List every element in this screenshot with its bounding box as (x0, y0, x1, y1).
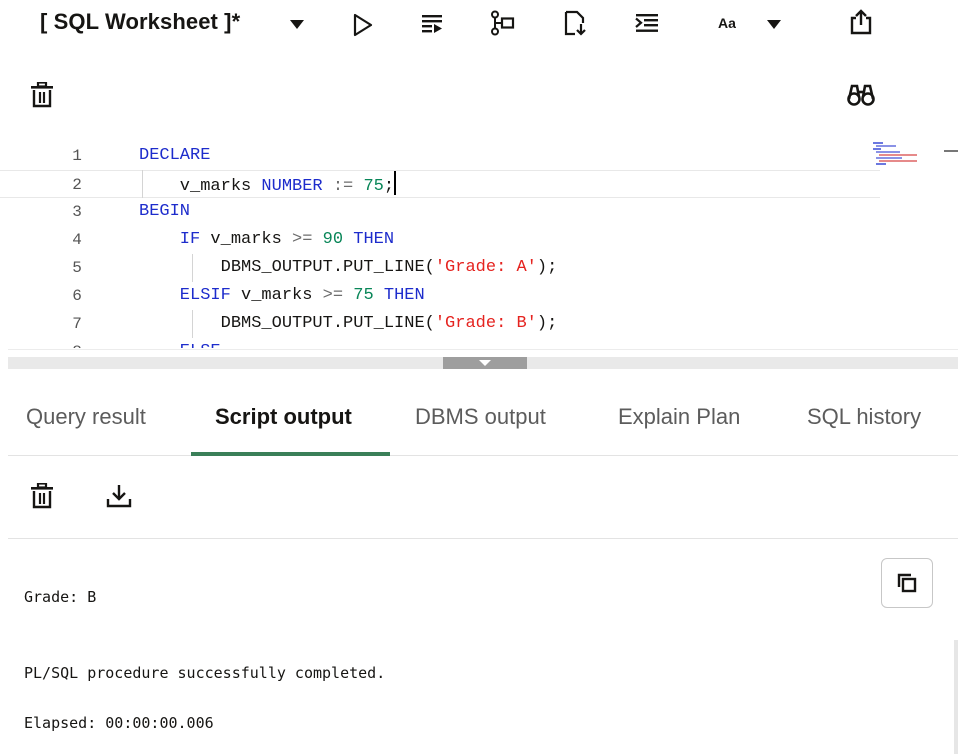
panel-splitter[interactable] (8, 349, 958, 381)
code-text[interactable]: DECLARE (139, 142, 210, 170)
code-token: 75 (363, 177, 384, 196)
line-number: 2 (72, 176, 82, 194)
explain-plan-icon[interactable] (488, 8, 518, 38)
code-token: IF (139, 230, 201, 249)
share-icon[interactable] (846, 7, 876, 37)
code-token: ); (536, 258, 558, 277)
code-token: v_marks (230, 286, 323, 305)
output-line: PL/SQL procedure successfully completed. (24, 664, 386, 682)
code-text[interactable]: ELSE (139, 338, 221, 348)
code-token: v_marks (139, 177, 262, 196)
code-text[interactable]: DBMS_OUTPUT.PUT_LINE('Grade: A'); (139, 254, 558, 282)
code-token: 'Grade: A' (434, 258, 537, 277)
copy-icon (897, 573, 917, 593)
indent-guide (142, 170, 143, 198)
code-token: v_marks (200, 230, 293, 249)
worksheet-toolbar: [ SQL Worksheet ]* Aa (0, 0, 958, 52)
tab-script-output[interactable]: Script output (215, 404, 352, 430)
code-token: DBMS_OUTPUT.PUT_LINE( (139, 314, 435, 333)
code-token: THEN (343, 230, 395, 249)
code-token: 75 (343, 286, 374, 305)
code-token: >= (322, 286, 344, 305)
code-token: BEGIN (139, 202, 191, 221)
code-line[interactable]: 5 DBMS_OUTPUT.PUT_LINE('Grade: A'); (0, 254, 880, 282)
code-token: ELSIF (139, 286, 231, 305)
run-icon[interactable] (348, 10, 378, 40)
format-icon[interactable] (632, 9, 662, 39)
code-token: >= (292, 230, 313, 249)
code-line[interactable]: 2 v_marks NUMBER := 75; (0, 170, 880, 198)
output-line: Elapsed: 00:00:00.006 (24, 714, 214, 732)
text-cursor (394, 171, 397, 195)
code-text[interactable]: DBMS_OUTPUT.PUT_LINE('Grade: B'); (139, 310, 558, 338)
line-number: 8 (60, 338, 94, 348)
code-line[interactable]: 1 DECLARE (0, 142, 880, 170)
line-number: 3 (72, 203, 82, 221)
worksheet-title[interactable]: [ SQL Worksheet ]* (40, 9, 240, 35)
output-toolbar (8, 457, 958, 539)
trash-icon[interactable] (27, 481, 57, 511)
tab-explain-plan[interactable]: Explain Plan (618, 404, 740, 430)
font-size-icon[interactable]: Aa (718, 15, 736, 31)
code-line[interactable]: 3 BEGIN (0, 198, 880, 226)
code-text[interactable]: BEGIN (139, 198, 190, 226)
code-text[interactable]: ELSIF v_marks >= 75 THEN (139, 282, 425, 310)
line-number: 1 (72, 147, 82, 165)
autotrace-icon[interactable] (560, 8, 590, 38)
code-editor[interactable]: 1 DECLARE 2 v_marks NUMBER := 75; 3 BEGIN 4 I… (0, 140, 958, 348)
code-token: 'Grade: B' (434, 314, 537, 333)
line-number: 7 (72, 315, 82, 333)
trash-icon[interactable] (27, 80, 57, 110)
code-text[interactable]: IF v_marks >= 90 THEN (139, 226, 394, 254)
line-number: 6 (72, 287, 82, 305)
chevron-down-icon[interactable] (767, 20, 781, 29)
editor-minimap[interactable] (873, 142, 925, 168)
code-token: ); (536, 314, 558, 333)
output-line: Grade: B (24, 588, 97, 606)
line-number: 4 (72, 231, 82, 249)
code-token: DBMS_OUTPUT.PUT_LINE( (139, 258, 435, 277)
copy-button[interactable] (881, 558, 933, 608)
overview-ruler (944, 150, 958, 152)
code-token: := (322, 177, 364, 196)
indent-guide (192, 310, 193, 338)
code-line[interactable]: 4 IF v_marks >= 90 THEN (0, 226, 880, 254)
run-script-icon[interactable] (417, 8, 447, 38)
code-token: DECLARE (139, 146, 211, 165)
output-scrollbar[interactable] (954, 640, 958, 754)
download-icon[interactable] (104, 481, 134, 511)
indent-guide (192, 254, 193, 282)
code-text[interactable]: v_marks NUMBER := 75; (139, 171, 397, 201)
code-line[interactable]: 8 ELSE (0, 338, 880, 348)
code-token: ELSE (139, 342, 221, 348)
code-token: ; (383, 177, 395, 196)
code-line[interactable]: 7 DBMS_OUTPUT.PUT_LINE('Grade: B'); (0, 310, 880, 338)
code-token: THEN (373, 286, 425, 305)
code-token: 90 (312, 230, 344, 249)
splitter-bar[interactable] (8, 357, 958, 369)
code-line[interactable]: 6 ELSIF v_marks >= 75 THEN (0, 282, 880, 310)
active-tab-indicator (191, 452, 390, 456)
chevron-down-icon[interactable] (290, 20, 304, 29)
tab-dbms-output[interactable]: DBMS output (415, 404, 546, 430)
editor-actions (0, 72, 958, 120)
code-token: NUMBER (261, 177, 323, 196)
script-output-panel: Grade: B PL/SQL procedure successfully c… (8, 540, 958, 754)
collapse-handle-icon[interactable] (443, 357, 527, 369)
result-tabs: Query result Script output DBMS output E… (8, 382, 958, 456)
line-number: 5 (72, 259, 82, 277)
tab-sql-history[interactable]: SQL history (807, 404, 921, 430)
tab-query-result[interactable]: Query result (26, 404, 146, 430)
find-replace-icon[interactable] (846, 80, 876, 110)
